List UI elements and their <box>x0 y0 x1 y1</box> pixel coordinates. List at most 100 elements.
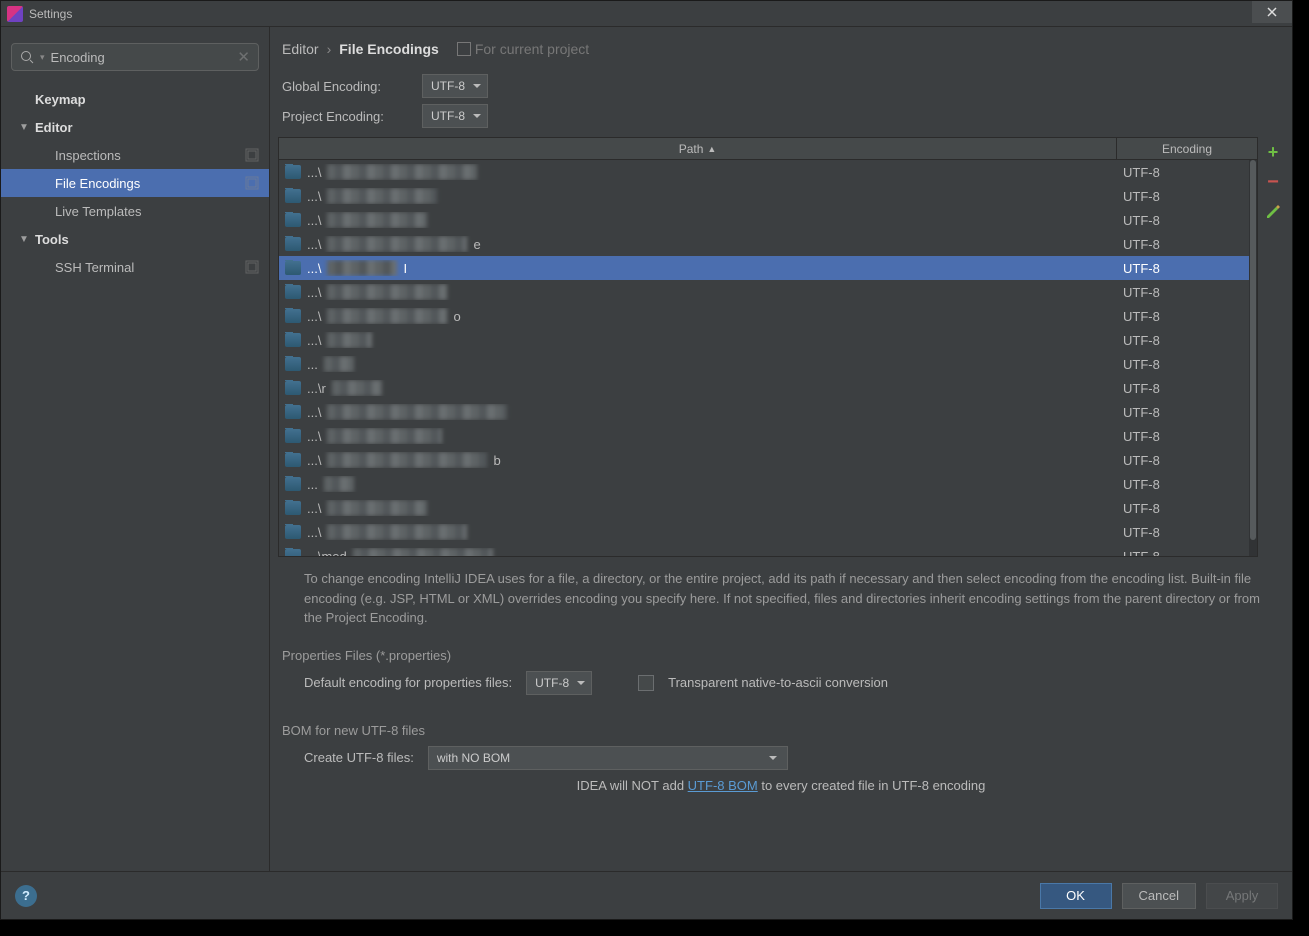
th-path[interactable]: Path ▲ <box>279 138 1117 159</box>
sidebar-item-label: Tools <box>35 232 69 247</box>
path-prefix: ... <box>307 477 318 492</box>
path-prefix: ...\ <box>307 333 321 348</box>
table-row[interactable]: ...\UTF-8 <box>279 424 1257 448</box>
settings-window: Settings ▾ ✕ Keymap▼EditorInspectionsFil… <box>0 0 1293 920</box>
redacted-path <box>327 404 507 420</box>
body: ▾ ✕ Keymap▼EditorInspectionsFile Encodin… <box>1 27 1292 871</box>
table-row[interactable]: ...\ UTF-8 <box>279 400 1257 424</box>
transparent-conversion-checkbox[interactable] <box>638 675 654 691</box>
search-input[interactable] <box>51 50 232 65</box>
cell-encoding[interactable]: UTF-8 <box>1117 429 1257 444</box>
bom-section-title: BOM for new UTF-8 files <box>270 697 1292 744</box>
table-row[interactable]: ...\UTF-8 <box>279 160 1257 184</box>
path-prefix: ...\ <box>307 405 321 420</box>
cell-encoding[interactable]: UTF-8 <box>1117 453 1257 468</box>
breadcrumb-leaf: File Encodings <box>339 41 439 57</box>
cell-encoding[interactable]: UTF-8 <box>1117 261 1257 276</box>
scrollbar-thumb[interactable] <box>1250 160 1256 540</box>
ok-button[interactable]: OK <box>1040 883 1112 909</box>
add-row-button[interactable]: + <box>1264 143 1282 161</box>
sidebar-item-label: SSH Terminal <box>55 260 134 275</box>
footer: ? OK Cancel Apply <box>1 871 1292 919</box>
cell-encoding[interactable]: UTF-8 <box>1117 309 1257 324</box>
cell-encoding[interactable]: UTF-8 <box>1117 477 1257 492</box>
close-button[interactable] <box>1252 1 1292 23</box>
folder-icon <box>285 501 301 515</box>
table-row[interactable]: ...\oUTF-8 <box>279 304 1257 328</box>
sidebar-item-live-templates[interactable]: Live Templates <box>1 197 269 225</box>
table-row[interactable]: ...\ UTF-8 <box>279 208 1257 232</box>
cell-encoding[interactable]: UTF-8 <box>1117 501 1257 516</box>
cell-encoding[interactable]: UTF-8 <box>1117 165 1257 180</box>
path-prefix: ...\ <box>307 237 321 252</box>
pencil-icon <box>1265 204 1281 220</box>
help-button[interactable]: ? <box>15 885 37 907</box>
bom-link[interactable]: UTF-8 BOM <box>688 778 758 793</box>
path-prefix: ...\ <box>307 213 321 228</box>
sidebar: ▾ ✕ Keymap ▼EditorInspectionsFile Encodin… <box>1 27 270 871</box>
scrollbar[interactable] <box>1249 160 1257 556</box>
table-row[interactable]: ...\UTF-8 <box>279 520 1257 544</box>
table-row[interactable]: ...\UTF-8 <box>279 280 1257 304</box>
sidebar-item-inspections[interactable]: Inspections <box>1 141 269 169</box>
table-row[interactable]: ...\UTF-8 <box>279 496 1257 520</box>
properties-default-combo[interactable]: UTF-8 <box>526 671 592 695</box>
bom-combo[interactable]: with NO BOM <box>428 746 788 770</box>
clear-search-icon[interactable]: ✕ <box>237 48 250 66</box>
cell-encoding[interactable]: UTF-8 <box>1117 405 1257 420</box>
cell-encoding[interactable]: UTF-8 <box>1117 549 1257 557</box>
bom-label: Create UTF-8 files: <box>304 750 414 765</box>
apply-button[interactable]: Apply <box>1206 883 1278 909</box>
remove-row-button[interactable]: − <box>1264 173 1282 191</box>
project-encoding-combo[interactable]: UTF-8 <box>422 104 488 128</box>
breadcrumb-scope-hint: For current project <box>457 41 589 57</box>
table-row[interactable]: ... UTF-8 <box>279 472 1257 496</box>
table-row[interactable]: ...\IUTF-8 <box>279 256 1257 280</box>
sidebar-item-ssh-terminal[interactable]: SSH Terminal <box>1 253 269 281</box>
table-row[interactable]: ...\ UTF-8 <box>279 184 1257 208</box>
cell-encoding[interactable]: UTF-8 <box>1117 213 1257 228</box>
global-encoding-row: Global Encoding: UTF-8 <box>270 71 1292 101</box>
cell-encoding[interactable]: UTF-8 <box>1117 381 1257 396</box>
sidebar-item-file-encodings[interactable]: File Encodings <box>1 169 269 197</box>
path-prefix: ... <box>307 357 318 372</box>
table-row[interactable]: ...\ UTF-8 <box>279 328 1257 352</box>
cell-encoding[interactable]: UTF-8 <box>1117 237 1257 252</box>
sidebar-item-label: Keymap <box>35 92 86 107</box>
redacted-path <box>353 548 493 556</box>
path-suffix: e <box>473 237 480 252</box>
edit-row-button[interactable] <box>1264 203 1282 221</box>
table-row[interactable]: ...\ e UTF-8 <box>279 232 1257 256</box>
folder-icon <box>285 477 301 491</box>
properties-default-label: Default encoding for properties files: <box>304 675 512 690</box>
folder-icon <box>285 405 301 419</box>
folder-icon <box>285 213 301 227</box>
folder-icon <box>285 165 301 179</box>
cell-path: ...\ <box>279 188 1117 204</box>
cell-encoding[interactable]: UTF-8 <box>1117 333 1257 348</box>
cell-path: ... <box>279 476 1117 492</box>
global-encoding-combo[interactable]: UTF-8 <box>422 74 488 98</box>
path-prefix: ...\ <box>307 189 321 204</box>
cancel-button[interactable]: Cancel <box>1122 883 1196 909</box>
project-encoding-row: Project Encoding: UTF-8 <box>270 101 1292 131</box>
table-row[interactable]: ...\bUTF-8 <box>279 448 1257 472</box>
table-row[interactable]: ...\medUTF-8 <box>279 544 1257 556</box>
redacted-path <box>327 524 467 540</box>
folder-icon <box>285 453 301 467</box>
sidebar-item-keymap[interactable]: Keymap <box>1 85 269 113</box>
th-encoding[interactable]: Encoding <box>1117 138 1257 159</box>
cell-encoding[interactable]: UTF-8 <box>1117 357 1257 372</box>
properties-default-row: Default encoding for properties files: U… <box>270 669 1292 697</box>
cell-encoding[interactable]: UTF-8 <box>1117 285 1257 300</box>
sidebar-item-editor[interactable]: ▼Editor <box>1 113 269 141</box>
main-panel: Editor › File Encodings For current proj… <box>270 27 1292 871</box>
table-row[interactable]: ... UTF-8 <box>279 352 1257 376</box>
redacted-path <box>327 236 467 252</box>
cell-encoding[interactable]: UTF-8 <box>1117 189 1257 204</box>
table-row[interactable]: ...\rUTF-8 <box>279 376 1257 400</box>
sidebar-item-label: Live Templates <box>55 204 141 219</box>
cell-encoding[interactable]: UTF-8 <box>1117 525 1257 540</box>
search-box[interactable]: ▾ ✕ <box>11 43 259 71</box>
sidebar-item-tools[interactable]: ▼Tools <box>1 225 269 253</box>
